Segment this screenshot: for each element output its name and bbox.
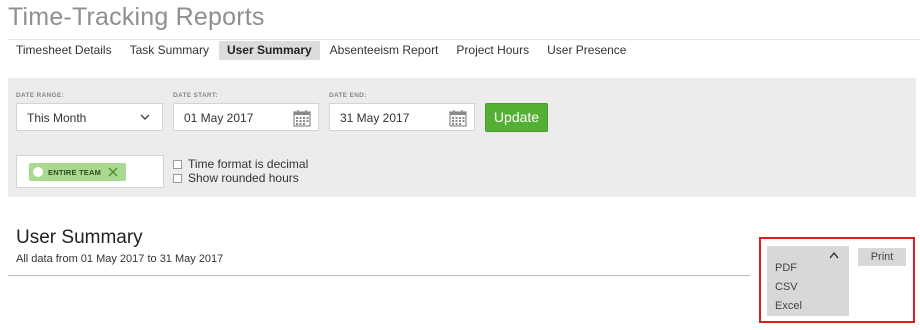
export-pdf-option[interactable]: PDF — [775, 262, 797, 274]
chevron-down-icon — [140, 114, 150, 120]
rounded-hours-checkbox[interactable] — [173, 173, 182, 183]
close-icon[interactable] — [107, 166, 119, 178]
team-tag: ENTIRE TEAM — [29, 163, 126, 181]
date-start-value: 01 May 2017 — [184, 111, 254, 125]
export-excel-option[interactable]: Excel — [775, 300, 802, 312]
filter-panel: DATE RANGE: This Month DATE START: 01 Ma… — [8, 78, 916, 197]
team-dot-icon — [33, 167, 43, 177]
title-divider — [8, 39, 920, 40]
date-end-value: 31 May 2017 — [340, 111, 410, 125]
tab-user-presence[interactable]: User Presence — [539, 41, 634, 60]
tab-timesheet-details[interactable]: Timesheet Details — [8, 41, 120, 60]
rounded-hours-option[interactable]: Show rounded hours — [173, 171, 299, 185]
chevron-up-icon[interactable] — [829, 251, 839, 259]
decimal-format-label: Time format is decimal — [188, 157, 309, 171]
decimal-format-checkbox[interactable] — [173, 159, 182, 169]
calendar-icon[interactable] — [293, 109, 311, 127]
export-dropdown: PDF CSV Excel — [767, 246, 849, 316]
tab-user-summary[interactable]: User Summary — [218, 41, 320, 60]
tab-absenteeism-report[interactable]: Absenteeism Report — [322, 41, 447, 60]
date-end-field[interactable]: 31 May 2017 — [329, 103, 475, 131]
date-start-label: DATE START: — [173, 92, 218, 99]
summary-title: User Summary — [16, 227, 143, 248]
date-range-select[interactable]: This Month — [16, 103, 163, 131]
export-csv-option[interactable]: CSV — [775, 281, 798, 293]
update-button[interactable]: Update — [485, 103, 548, 132]
date-start-field[interactable]: 01 May 2017 — [173, 103, 319, 131]
tab-project-hours[interactable]: Project Hours — [448, 41, 537, 60]
page-title: Time-Tracking Reports — [8, 3, 265, 31]
rounded-hours-label: Show rounded hours — [188, 171, 299, 185]
report-tabs: Timesheet Details Task Summary User Summ… — [8, 41, 636, 60]
team-tag-label: ENTIRE TEAM — [48, 167, 102, 177]
team-selector[interactable]: ENTIRE TEAM — [16, 155, 164, 188]
decimal-format-option[interactable]: Time format is decimal — [173, 157, 308, 171]
tab-task-summary[interactable]: Task Summary — [122, 41, 217, 60]
date-range-value: This Month — [27, 111, 87, 125]
date-end-label: DATE END: — [329, 92, 367, 99]
summary-divider — [8, 275, 750, 276]
date-range-label: DATE RANGE: — [16, 92, 64, 99]
summary-subtitle: All data from 01 May 2017 to 31 May 2017 — [16, 253, 224, 265]
print-button[interactable]: Print — [858, 248, 906, 266]
calendar-icon[interactable] — [449, 109, 467, 127]
